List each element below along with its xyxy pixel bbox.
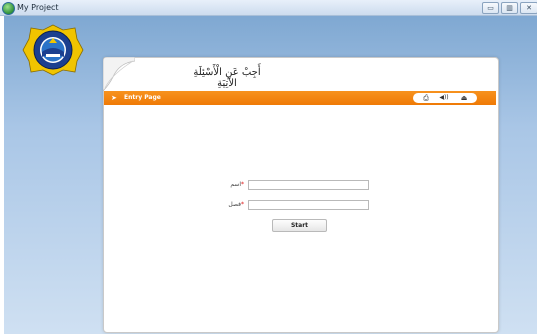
name-input[interactable] bbox=[248, 180, 369, 190]
class-input[interactable] bbox=[248, 200, 369, 210]
class-label-text: فصل bbox=[228, 201, 241, 208]
required-mark: * bbox=[241, 181, 244, 188]
page-curl-decoration bbox=[103, 57, 135, 91]
required-mark: * bbox=[241, 201, 244, 208]
page-title: أَجِبْ عَنِ الْأَسْئِلَةِ الآتِيَةِ bbox=[193, 67, 261, 89]
title-bar[interactable]: My Project ▭ ▥ ✕ bbox=[0, 0, 537, 16]
start-button[interactable]: Start bbox=[272, 219, 327, 232]
window-edge bbox=[0, 16, 4, 334]
institution-logo bbox=[22, 24, 84, 76]
name-label-text: اسم bbox=[230, 181, 241, 188]
app-window: My Project ▭ ▥ ✕ أَجِبْ عَنِ الْأَسْئِلَ… bbox=[0, 0, 537, 334]
window-title: My Project bbox=[17, 3, 59, 12]
class-label: *فصل bbox=[214, 201, 244, 209]
arrow-right-icon: ➤ bbox=[111, 94, 117, 102]
breadcrumb-entry-page: Entry Page bbox=[124, 94, 161, 101]
print-icon[interactable]: ⎙ bbox=[420, 94, 432, 102]
close-button[interactable]: ✕ bbox=[520, 2, 537, 14]
speaker-icon[interactable]: ◀)) bbox=[438, 94, 450, 102]
eject-icon[interactable]: ⏏ bbox=[458, 94, 470, 102]
name-label: *اسم bbox=[214, 181, 244, 189]
maximize-button[interactable]: ▥ bbox=[501, 2, 518, 14]
globe-icon bbox=[2, 2, 15, 15]
minimize-button[interactable]: ▭ bbox=[482, 2, 499, 14]
